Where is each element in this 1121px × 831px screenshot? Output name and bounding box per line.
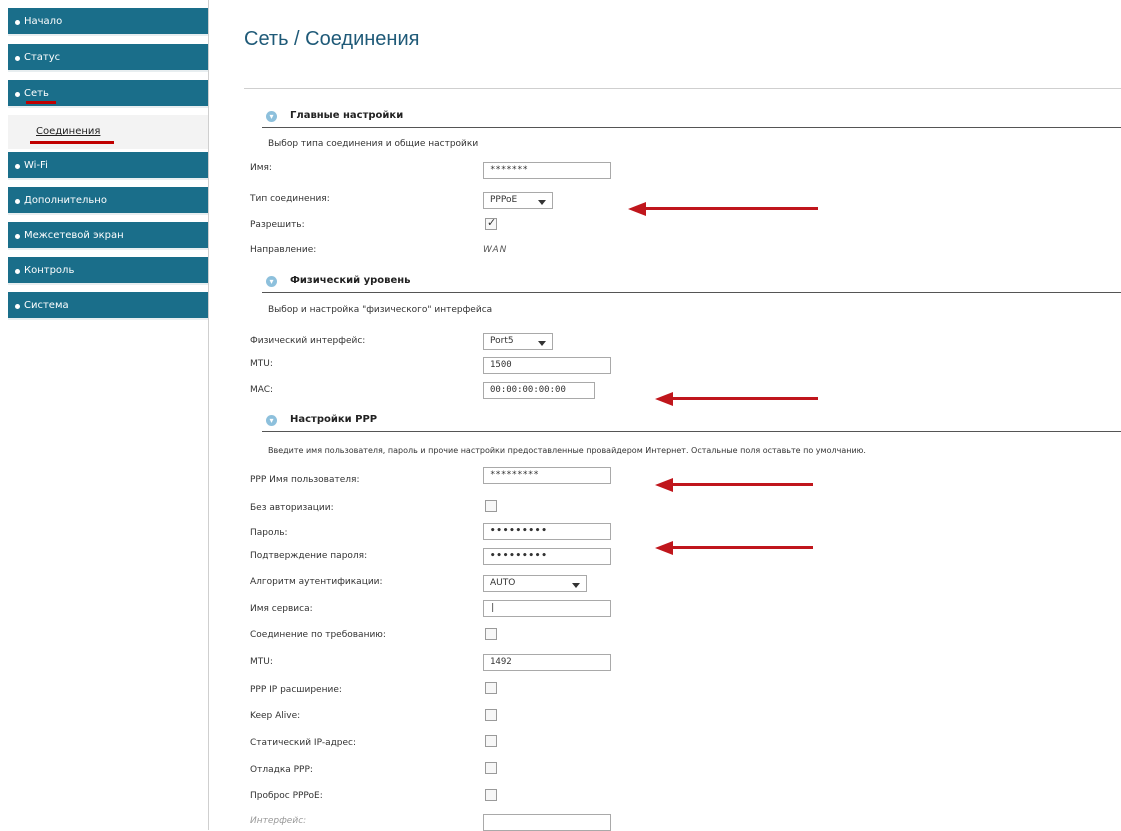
- section-title: Настройки PPP: [290, 414, 378, 425]
- sidebar: Начало Статус Сеть Соединения Wi-Fi Допо…: [0, 0, 212, 830]
- name-field[interactable]: *******: [483, 162, 611, 179]
- sidebar-item-label: Система: [24, 300, 69, 311]
- highlight-underline: [26, 101, 56, 104]
- section-title: Физический уровень: [290, 275, 411, 286]
- sidebar-item-label: Межсетевой экран: [24, 230, 124, 241]
- no-auth-label: Без авторизации:: [250, 503, 334, 513]
- mtu-field[interactable]: 1500: [483, 357, 611, 374]
- connection-type-select[interactable]: PPPoE: [483, 192, 553, 209]
- auth-algorithm-label: Алгоритм аутентификации:: [250, 577, 383, 587]
- ppp-debug-checkbox[interactable]: [485, 762, 497, 774]
- static-ip-label: Статический IP-адрес:: [250, 738, 357, 748]
- mtu-label: MTU:: [250, 359, 273, 369]
- ip-extension-label: PPP IP расширение:: [250, 685, 342, 695]
- physical-interface-select[interactable]: Port5: [483, 333, 553, 350]
- section-rule: [262, 431, 1121, 432]
- service-name-field[interactable]: |: [483, 600, 611, 617]
- bullet-icon: [15, 20, 20, 25]
- connection-type-label: Тип соединения:: [250, 194, 330, 204]
- auth-algorithm-select[interactable]: AUTO: [483, 575, 587, 592]
- name-label: Имя:: [250, 163, 272, 173]
- chevron-down-icon: [538, 341, 546, 346]
- sidebar-item-label: Дополнительно: [24, 195, 107, 206]
- ip-extension-checkbox[interactable]: [485, 682, 497, 694]
- section-description: Выбор и настройка "физического" интерфей…: [268, 305, 493, 315]
- chevron-down-icon: [572, 583, 580, 588]
- ppp-username-field[interactable]: *********: [483, 467, 611, 484]
- sidebar-item-status[interactable]: Статус: [8, 44, 208, 72]
- interface-field[interactable]: [483, 814, 611, 831]
- select-value: PPPoE: [490, 195, 518, 205]
- section-header-physical[interactable]: ▾ Физический уровень: [262, 273, 1121, 293]
- sidebar-item-system[interactable]: Система: [8, 292, 208, 320]
- red-arrow-icon: [655, 392, 818, 406]
- no-auth-checkbox[interactable]: [485, 500, 497, 512]
- on-demand-label: Соединение по требованию:: [250, 630, 386, 640]
- section-title: Главные настройки: [290, 110, 404, 121]
- direction-value: WAN: [483, 245, 508, 255]
- select-value: AUTO: [490, 578, 516, 588]
- section-description: Введите имя пользователя, пароль и прочи…: [268, 446, 866, 455]
- mac-field[interactable]: 00:00:00:00:00: [483, 382, 595, 399]
- sidebar-item-label: Сеть: [24, 88, 49, 99]
- on-demand-checkbox[interactable]: [485, 628, 497, 640]
- sidebar-subitem-label: Соединения: [36, 126, 101, 137]
- interface-label: Интерфейс:: [250, 816, 307, 826]
- sidebar-item-control[interactable]: Контроль: [8, 257, 208, 285]
- bullet-icon: [15, 56, 20, 61]
- mac-label: MAC:: [250, 385, 274, 395]
- sidebar-item-home[interactable]: Начало: [8, 8, 208, 36]
- section-header-ppp[interactable]: ▾ Настройки PPP: [262, 412, 1121, 432]
- direction-label: Направление:: [250, 245, 317, 255]
- sidebar-item-wifi[interactable]: Wi-Fi: [8, 152, 208, 180]
- bullet-icon: [15, 269, 20, 274]
- keep-alive-checkbox[interactable]: [485, 709, 497, 721]
- collapse-icon[interactable]: ▾: [266, 415, 277, 426]
- ppp-debug-label: Отладка PPP:: [250, 765, 313, 775]
- password-confirm-field[interactable]: •••••••••: [483, 548, 611, 565]
- select-value: Port5: [490, 336, 514, 346]
- enable-checkbox[interactable]: [485, 216, 497, 230]
- password-label: Пароль:: [250, 528, 288, 538]
- sidebar-item-label: Контроль: [24, 265, 75, 276]
- pppoe-passthrough-label: Проброс PPPoE:: [250, 791, 323, 801]
- static-ip-checkbox[interactable]: [485, 735, 497, 747]
- red-arrow-icon: [655, 478, 813, 492]
- ppp-mtu-field[interactable]: 1492: [483, 654, 611, 671]
- sidebar-divider: [208, 0, 209, 830]
- keep-alive-label: Keep Alive:: [250, 711, 301, 721]
- ppp-mtu-label: MTU:: [250, 657, 273, 667]
- collapse-icon[interactable]: ▾: [266, 111, 277, 122]
- sidebar-item-label: Начало: [24, 16, 63, 27]
- highlight-underline: [30, 141, 114, 144]
- password-field[interactable]: •••••••••: [483, 523, 611, 540]
- collapse-icon[interactable]: ▾: [266, 276, 277, 287]
- red-arrow-icon: [628, 202, 818, 216]
- bullet-icon: [15, 164, 20, 169]
- service-name-label: Имя сервиса:: [250, 604, 313, 614]
- divider: [244, 88, 1121, 89]
- physical-interface-label: Физический интерфейс:: [250, 336, 366, 346]
- sidebar-item-advanced[interactable]: Дополнительно: [8, 187, 208, 215]
- bullet-icon: [15, 304, 20, 309]
- enable-label: Разрешить:: [250, 220, 305, 230]
- red-arrow-icon: [655, 541, 813, 555]
- ppp-username-label: PPP Имя пользователя:: [250, 475, 360, 485]
- section-header-main[interactable]: ▾ Главные настройки: [262, 108, 1121, 128]
- bullet-icon: [15, 234, 20, 239]
- section-description: Выбор типа соединения и общие настройки: [268, 139, 479, 149]
- bullet-icon: [15, 92, 20, 97]
- sidebar-item-firewall[interactable]: Межсетевой экран: [8, 222, 208, 250]
- chevron-down-icon: [538, 200, 546, 205]
- sidebar-item-label: Wi-Fi: [24, 160, 48, 171]
- pppoe-passthrough-checkbox[interactable]: [485, 789, 497, 801]
- section-rule: [262, 292, 1121, 293]
- bullet-icon: [15, 199, 20, 204]
- password-confirm-label: Подтверждение пароля:: [250, 551, 368, 561]
- page-title: Сеть / Соединения: [244, 28, 420, 50]
- sidebar-item-label: Статус: [24, 52, 61, 63]
- section-rule: [262, 127, 1121, 128]
